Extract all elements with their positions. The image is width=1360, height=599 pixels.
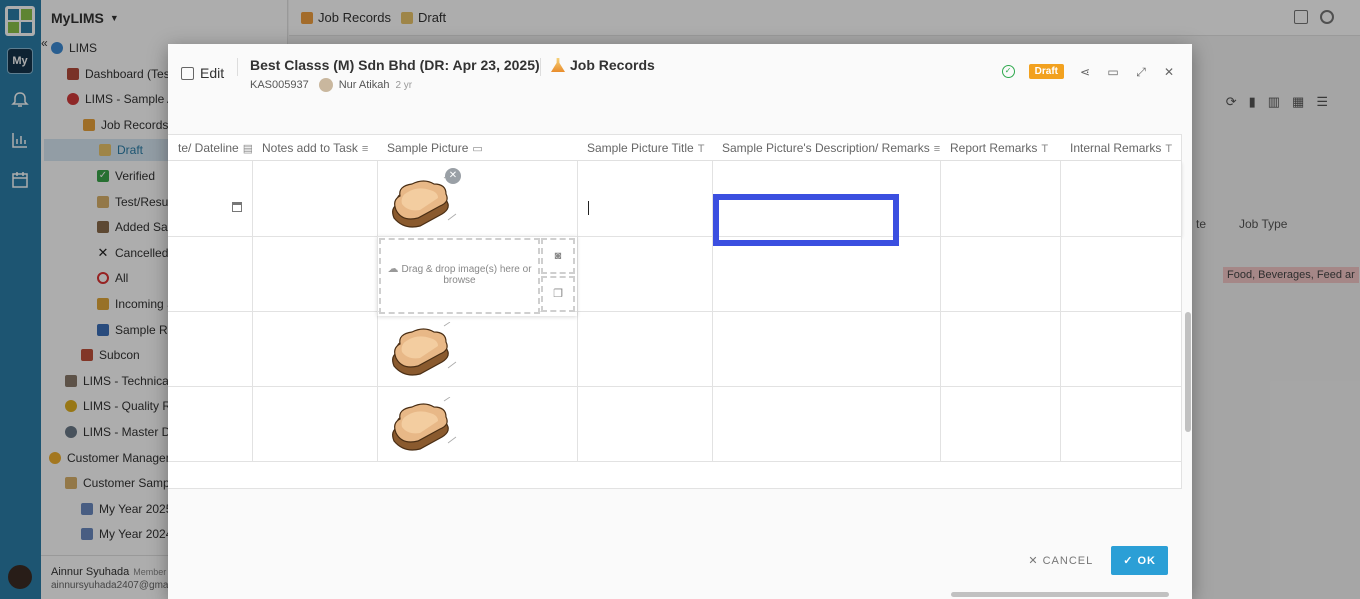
table-row[interactable] [168, 311, 1182, 386]
divider [237, 58, 238, 76]
record-meta: KAS005937 Nur Atikah 2 yr [250, 78, 412, 92]
column-divider [1181, 134, 1182, 488]
calendar-icon: ▤ [242, 143, 252, 155]
column-header-internal-remarks[interactable]: Internal Remarks T [1060, 135, 1182, 162]
expand-icon[interactable]: ⤢ [1134, 65, 1148, 79]
column-header-picture-title[interactable]: Sample Picture Title T [577, 135, 712, 162]
grid-header: te/ Dateline ▤ Notes add to Task ≡ Sample … [168, 134, 1182, 161]
module-label: Job Records [570, 57, 655, 73]
close-icon[interactable]: ✕ [1162, 65, 1176, 79]
column-header-notes[interactable]: Notes add to Task ≡ [252, 135, 377, 162]
edit-label-text: Edit [200, 65, 225, 81]
text-icon: T [1165, 143, 1173, 155]
dropzone-text: Drag & drop image(s) here or browse [401, 264, 532, 286]
table-row[interactable] [168, 161, 1182, 236]
focus-highlight-box [713, 194, 899, 246]
column-header-label: Notes add to Task [262, 141, 358, 155]
modal-body: te/ Dateline ▤ Notes add to Task ≡ Sample … [168, 102, 1192, 599]
edit-icon [181, 66, 194, 80]
row-divider [168, 488, 1182, 489]
check-circle-icon[interactable]: ✓ [1001, 65, 1015, 78]
row-divider [168, 461, 1182, 462]
table-row [168, 461, 1182, 488]
close-icon: ✕ [1028, 555, 1043, 567]
text-icon: T [697, 143, 705, 155]
remove-image-icon[interactable]: ✕ [445, 168, 461, 184]
scrollbar-thumb[interactable] [951, 592, 1169, 597]
column-divider [577, 161, 578, 461]
text-icon: T [1041, 143, 1049, 155]
share-icon[interactable]: ⋖ [1078, 65, 1092, 79]
row-divider [168, 386, 1182, 387]
vertical-scrollbar[interactable] [1184, 102, 1192, 599]
table-row[interactable] [168, 386, 1182, 461]
sample-picture-thumbnail[interactable] [386, 397, 458, 457]
check-icon: ✓ [1123, 555, 1138, 567]
column-divider [252, 161, 253, 461]
sample-picture-thumbnail[interactable] [386, 174, 458, 234]
ok-button[interactable]: ✓ OK [1111, 546, 1168, 575]
calendar-icon[interactable] [232, 202, 242, 212]
column-divider [940, 161, 941, 461]
cancel-button[interactable]: ✕ CANCEL [1028, 554, 1093, 567]
horizontal-scrollbar[interactable] [168, 590, 1182, 598]
edit-label: Edit [181, 65, 224, 81]
column-header-label: Sample Picture's Description/ Remarks [722, 141, 930, 155]
column-header-dateline[interactable]: te/ Dateline ▤ [168, 135, 252, 162]
modal-footer: ✕ CANCEL ✓ OK [1028, 546, 1168, 575]
header-actions: ✓ Draft ⋖ ▭ ⤢ ✕ [1001, 64, 1176, 79]
text-cursor [588, 201, 589, 215]
copy-icon: ❐ [553, 288, 563, 300]
column-divider [1060, 161, 1061, 461]
column-header-label: Internal Remarks [1070, 141, 1162, 155]
record-title: Best Classs (M) Sdn Bhd (DR: Apr 23, 202… [250, 57, 540, 73]
edit-modal: Edit Best Classs (M) Sdn Bhd (DR: Apr 23… [168, 44, 1192, 599]
divider [540, 58, 541, 76]
column-header-label: Sample Picture [387, 141, 469, 155]
row-divider [168, 311, 1182, 312]
record-owner: Nur Atikah [338, 79, 390, 91]
paste-button[interactable]: ❐ [541, 276, 575, 312]
flask-icon [551, 58, 565, 72]
image-dropzone[interactable]: ☁ Drag & drop image(s) here or browse [379, 238, 540, 314]
ok-label: OK [1137, 555, 1156, 567]
column-header-label: Sample Picture Title [587, 141, 694, 155]
module-link[interactable]: Job Records [551, 57, 655, 73]
comment-icon[interactable]: ▭ [1106, 65, 1120, 79]
record-age: 2 yr [395, 79, 413, 91]
status-badge[interactable]: Draft [1028, 64, 1064, 79]
row-divider [168, 236, 1182, 237]
cloud-upload-icon: ☁ [387, 263, 399, 275]
avatar [318, 78, 333, 92]
column-header-sample-picture[interactable]: Sample Picture ▭ [377, 135, 577, 162]
camera-button[interactable]: ◙ [541, 238, 575, 274]
column-header-label: Report Remarks [950, 141, 1038, 155]
table-row[interactable] [168, 236, 1182, 311]
camera-icon: ◙ [554, 250, 562, 262]
column-header-report-remarks[interactable]: Report Remarks T [940, 135, 1060, 162]
modal-header: Edit Best Classs (M) Sdn Bhd (DR: Apr 23… [168, 44, 1192, 102]
column-header-label: te/ Dateline [178, 141, 239, 155]
column-header-description[interactable]: Sample Picture's Description/ Remarks ≡ [712, 135, 940, 162]
scrollbar-thumb[interactable] [1185, 312, 1191, 432]
sample-picture-thumbnail[interactable] [386, 322, 458, 382]
record-id: KAS005937 [250, 79, 309, 91]
image-icon: ▭ [472, 143, 483, 155]
paragraph-icon: ≡ [361, 143, 369, 155]
cancel-label: CANCEL [1042, 555, 1094, 567]
